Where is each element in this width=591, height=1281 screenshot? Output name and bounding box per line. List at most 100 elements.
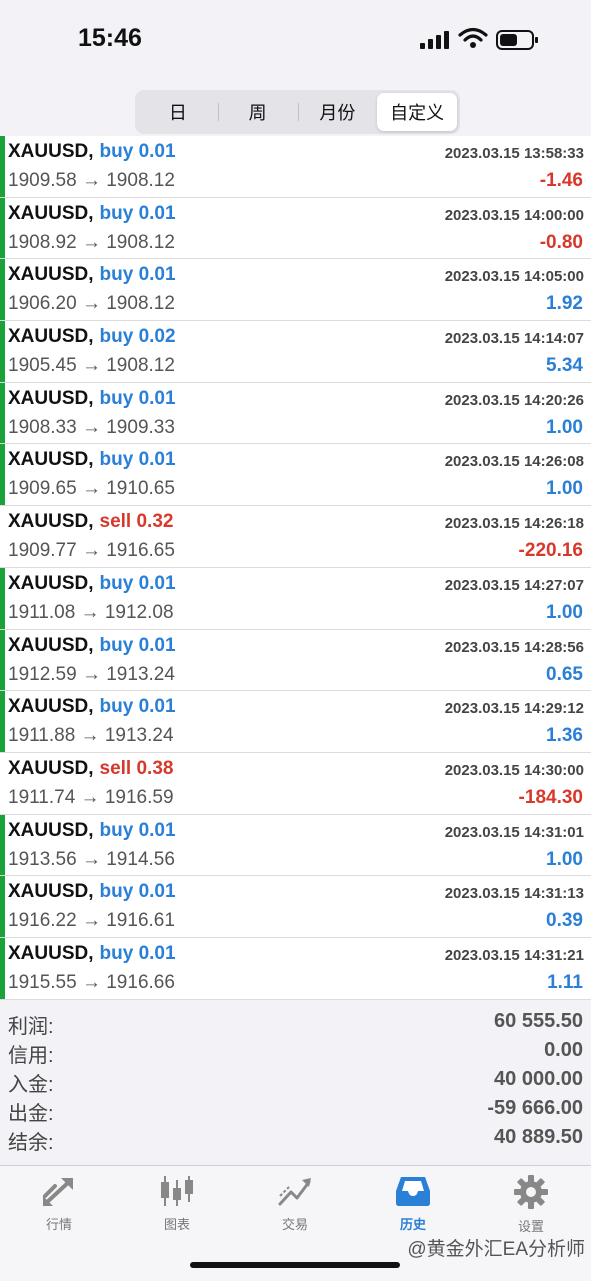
trade-prices: 1911.08 → 1912.08 xyxy=(8,601,174,623)
nav-settings[interactable]: 设置 xyxy=(472,1174,590,1234)
trade-profit: 1.00 xyxy=(546,416,583,438)
tab-week[interactable]: 周 xyxy=(217,93,298,131)
trade-date: 2023.03.15 14:26:18 xyxy=(444,515,584,533)
buy-indicator-bar xyxy=(0,321,5,382)
nav-quotes[interactable]: 行情 xyxy=(0,1174,118,1234)
trade-date: 2023.03.15 14:27:07 xyxy=(444,576,584,594)
gear-icon xyxy=(514,1175,548,1209)
trade-row[interactable]: XAUUSD, sell 0.32 2023.03.15 14:26:18 1909.… xyxy=(0,506,591,568)
trade-date: 2023.03.15 14:31:01 xyxy=(444,823,584,841)
trade-row[interactable]: XAUUSD, buy 0.01 2023.03.15 14:05:00 1906.2… xyxy=(0,259,591,322)
trade-profit: -1.46 xyxy=(539,170,583,191)
trade-date: 2023.03.15 14:30:00 xyxy=(444,761,584,779)
trade-prices: 1915.55 → 1916.66 xyxy=(8,971,175,993)
trade-profit: 1.11 xyxy=(547,971,583,993)
trade-prices: 1908.92 → 1908.12 xyxy=(8,231,175,253)
summary-row: 出金: -59 666.00 xyxy=(0,1095,591,1125)
period-segmented-control: 日 周 月份 自定义 xyxy=(135,90,460,134)
trade-symbol: XAUUSD, buy 0.01 xyxy=(8,881,176,903)
trade-prices: 1905.45 → 1908.12 xyxy=(8,355,175,377)
trade-profit: 1.92 xyxy=(546,293,583,315)
trade-prices: 1913.56 → 1914.56 xyxy=(8,848,175,870)
symbol-text: XAUUSD, xyxy=(8,881,94,903)
trade-row[interactable]: XAUUSD, buy 0.01 2023.03.15 14:28:56 1912.5… xyxy=(0,629,591,692)
trade-side-volume: buy 0.01 xyxy=(99,202,176,224)
trade-row[interactable]: XAUUSD, buy 0.01 2023.03.15 13:58:33 1909.5… xyxy=(0,136,591,198)
trade-side-volume: buy 0.01 xyxy=(99,449,176,471)
trade-symbol: XAUUSD, buy 0.01 xyxy=(8,820,176,842)
home-indicator[interactable] xyxy=(190,1262,400,1268)
buy-indicator-bar xyxy=(0,444,5,506)
symbol-text: XAUUSD, xyxy=(8,572,94,594)
summary-value: 40 889.50 xyxy=(494,1126,583,1148)
trade-row[interactable]: XAUUSD, buy 0.01 2023.03.15 14:20:26 1908.3… xyxy=(0,382,591,445)
tab-month[interactable]: 月份 xyxy=(297,93,378,131)
trade-row[interactable]: XAUUSD, buy 0.01 2023.03.15 14:27:07 1911.0… xyxy=(0,567,591,630)
symbol-text: XAUUSD, xyxy=(8,942,94,964)
symbol-text: XAUUSD, xyxy=(8,387,94,409)
trade-symbol: XAUUSD, sell 0.38 xyxy=(8,758,173,780)
trade-date: 2023.03.15 14:00:00 xyxy=(444,206,584,224)
status-time: 15:46 xyxy=(78,24,142,52)
trade-row[interactable]: XAUUSD, buy 0.01 2023.03.15 14:31:01 1913.5… xyxy=(0,814,591,877)
tab-custom[interactable]: 自定义 xyxy=(377,93,457,131)
trade-side-volume: buy 0.01 xyxy=(99,819,176,841)
trade-date: 2023.03.15 14:31:21 xyxy=(444,946,584,964)
summary-value: 40 000.00 xyxy=(494,1068,583,1090)
buy-indicator-bar xyxy=(0,567,5,629)
buy-indicator-bar xyxy=(0,382,5,444)
nav-trade[interactable]: 交易 xyxy=(236,1174,354,1234)
trade-profit: 1.00 xyxy=(546,478,583,500)
trade-side-volume: buy 0.01 xyxy=(99,942,176,964)
trade-profit: 1.00 xyxy=(546,848,583,870)
trade-row[interactable]: XAUUSD, buy 0.01 2023.03.15 14:26:08 1909.6… xyxy=(0,444,591,507)
buy-indicator-bar xyxy=(0,691,5,752)
trade-profit: 0.39 xyxy=(546,910,583,932)
trade-profit: -184.30 xyxy=(518,786,583,808)
symbol-text: XAUUSD, xyxy=(8,202,94,224)
trade-row[interactable]: XAUUSD, buy 0.02 2023.03.15 14:14:07 1905.4… xyxy=(0,321,591,383)
summary-label: 利润: xyxy=(8,1016,54,1038)
trade-symbol: XAUUSD, buy 0.01 xyxy=(8,264,176,286)
summary-label: 信用: xyxy=(8,1045,54,1067)
trade-symbol: XAUUSD, buy 0.01 xyxy=(8,573,176,595)
trade-profit: 0.65 xyxy=(546,663,583,685)
trade-date: 2023.03.15 13:58:33 xyxy=(444,145,584,162)
trade-side-volume: buy 0.01 xyxy=(99,264,176,286)
symbol-text: XAUUSD, xyxy=(8,696,94,718)
trade-row[interactable]: XAUUSD, buy 0.01 2023.03.15 14:00:00 1908.9… xyxy=(0,197,591,260)
symbol-text: XAUUSD, xyxy=(8,634,94,656)
summary-row: 利润: 60 555.50 xyxy=(0,1008,591,1038)
buy-indicator-bar xyxy=(0,753,5,814)
nav-history[interactable]: 历史 xyxy=(354,1174,472,1234)
nav-quotes-label: 行情 xyxy=(45,1217,72,1232)
trade-date: 2023.03.15 14:28:56 xyxy=(444,638,584,656)
trade-prices: 1908.33 → 1909.33 xyxy=(8,416,175,438)
symbol-text: XAUUSD, xyxy=(8,326,94,348)
trade-symbol: XAUUSD, buy 0.01 xyxy=(8,141,176,163)
trade-symbol: XAUUSD, buy 0.01 xyxy=(8,203,176,225)
trade-profit: -220.16 xyxy=(518,540,583,562)
summary-row: 结余: 40 889.50 xyxy=(0,1124,591,1154)
trade-symbol: XAUUSD, buy 0.01 xyxy=(8,635,176,657)
trade-prices: 1906.20 → 1908.12 xyxy=(8,293,175,315)
trade-profit: -0.80 xyxy=(539,231,583,253)
trade-row[interactable]: XAUUSD, sell 0.38 2023.03.15 14:30:00 1911.… xyxy=(0,752,591,815)
trade-row[interactable]: XAUUSD, buy 0.01 2023.03.15 14:29:12 1911.8… xyxy=(0,691,591,753)
trade-history-list: XAUUSD, buy 0.01 2023.03.15 13:58:33 1909.5… xyxy=(0,136,591,1000)
nav-settings-label: 设置 xyxy=(517,1219,544,1234)
trade-symbol: XAUUSD, buy 0.01 xyxy=(8,388,176,410)
battery-icon xyxy=(496,30,538,50)
tab-day[interactable]: 日 xyxy=(138,93,218,131)
trade-row[interactable]: XAUUSD, buy 0.01 2023.03.15 14:31:13 1916.2… xyxy=(0,876,591,938)
trade-side-volume: buy 0.01 xyxy=(99,572,176,594)
buy-indicator-bar xyxy=(0,197,5,259)
trade-side-volume: buy 0.01 xyxy=(99,634,176,656)
nav-charts[interactable]: 图表 xyxy=(118,1174,236,1234)
symbol-text: XAUUSD, xyxy=(8,264,94,286)
watermark-text: @黄金外汇EA分析师 xyxy=(407,1239,585,1260)
nav-charts-label: 图表 xyxy=(163,1217,190,1232)
trade-row[interactable]: XAUUSD, buy 0.01 2023.03.15 14:31:21 1915.5… xyxy=(0,937,591,1000)
buy-indicator-bar xyxy=(0,629,5,691)
buy-indicator-bar xyxy=(0,259,5,321)
